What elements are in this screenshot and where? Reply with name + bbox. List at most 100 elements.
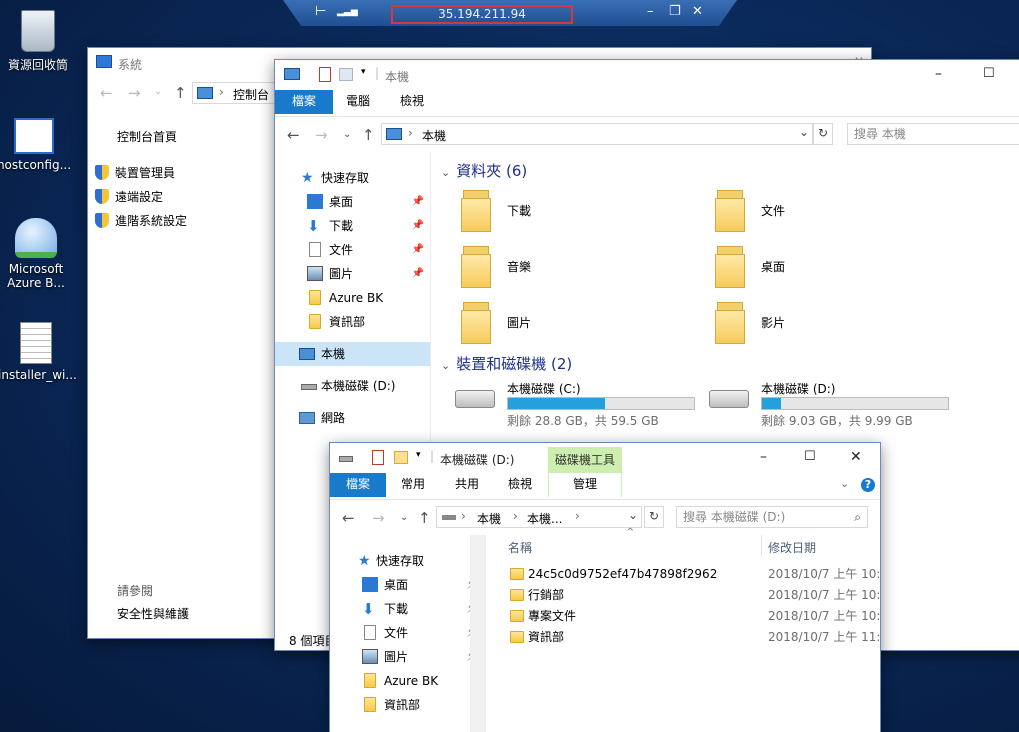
new-folder-icon[interactable] (339, 68, 353, 81)
new-folder-icon[interactable] (394, 451, 408, 464)
customize-toolbar-icon[interactable]: ▾ (361, 67, 366, 77)
nav-desktop[interactable]: 桌面📌 (275, 190, 430, 214)
folder-documents[interactable]: 文件 (715, 186, 915, 242)
refresh-icon[interactable]: ↻ (644, 506, 664, 528)
search-input[interactable]: 搜尋 本機磁碟 (D:) ⌕ (676, 506, 868, 528)
tab-view[interactable]: 檢視 (387, 90, 437, 114)
nav-azure-bk[interactable]: Azure BK (275, 286, 430, 310)
nav-azure-bk[interactable]: Azure BK (330, 669, 485, 693)
folder-desktop[interactable]: 桌面 (715, 242, 915, 298)
nav-desktop[interactable]: 桌面📌 (330, 573, 485, 597)
pin-icon[interactable]: 📌 (412, 190, 424, 214)
back-icon[interactable]: ← (287, 126, 300, 144)
tab-file[interactable]: 檔案 (275, 90, 333, 114)
address-dropdown-icon[interactable]: ⌄ (628, 508, 638, 522)
column-header-name[interactable]: 名稱 (508, 539, 532, 556)
remote-settings-link[interactable]: 遠端設定 (95, 188, 163, 205)
tab-manage[interactable]: 管理 (548, 473, 622, 497)
drives-section-header[interactable]: ⌄ 裝置和磁碟機 (2) (441, 353, 572, 374)
breadcrumb-local-disk[interactable]: 本機... (527, 510, 562, 527)
desktop-icon-azure-backup[interactable]: Microsoft Azure B... (0, 218, 74, 290)
desktop-icon-recycle-bin[interactable]: 資源回收筒 (0, 10, 76, 73)
desktop-icon-installer[interactable]: installer_wi... (0, 322, 77, 382)
help-icon[interactable]: ? (861, 478, 875, 492)
tab-computer[interactable]: 電腦 (333, 90, 383, 114)
list-item[interactable]: 專案文件 2018/10/7 上午 10:1 (506, 606, 880, 627)
address-bar[interactable]: › 本機 ⌄ (381, 123, 813, 145)
pin-icon[interactable]: 📌 (412, 214, 424, 238)
properties-icon[interactable] (372, 450, 384, 465)
list-item[interactable]: 24c5c0d9752ef47b47898f2962 2018/10/7 上午 1… (506, 564, 880, 585)
nav-downloads[interactable]: ⬇下載📌 (275, 214, 430, 238)
folder-icon (364, 697, 376, 712)
properties-icon[interactable] (319, 67, 331, 82)
nav-pictures[interactable]: 圖片📌 (330, 645, 485, 669)
folder-icon (510, 568, 524, 580)
tab-home[interactable]: 常用 (388, 473, 438, 497)
forward-icon[interactable]: → (372, 509, 385, 527)
pin-icon[interactable]: 📌 (412, 238, 424, 262)
security-maintenance-link[interactable]: 安全性與維護 (117, 605, 189, 622)
up-icon[interactable]: ↑ (362, 126, 375, 144)
minimize-icon[interactable]: – (760, 449, 767, 465)
up-icon[interactable]: ↑ (174, 84, 187, 102)
forward-icon[interactable]: → (128, 84, 141, 102)
pin-icon[interactable]: 📌 (412, 262, 424, 286)
back-icon[interactable]: ← (342, 509, 355, 527)
scrollbar[interactable] (470, 535, 486, 732)
nav-downloads[interactable]: ⬇下載📌 (330, 597, 485, 621)
rdp-minimize-button[interactable]: – (647, 4, 654, 19)
see-also-heading: 請參閱 (117, 584, 154, 598)
customize-toolbar-icon[interactable]: ▾ (416, 450, 421, 460)
address-dropdown-icon[interactable]: ⌄ (799, 125, 809, 139)
close-icon[interactable]: ✕ (850, 449, 862, 465)
tab-file[interactable]: 檔案 (330, 473, 386, 497)
drive-d[interactable]: 本機磁碟 (D:) 剩餘 9.03 GB，共 9.99 GB (709, 378, 949, 434)
expand-ribbon-icon[interactable]: ⌄ (840, 477, 849, 490)
address-bar[interactable]: › 本機 › 本機... › ⌄ (436, 506, 642, 528)
recent-dropdown-icon[interactable]: ⌄ (343, 129, 351, 140)
pin-icon[interactable]: ⊢ (315, 4, 326, 19)
recent-dropdown-icon[interactable]: ⌄ (400, 512, 408, 523)
folder-videos[interactable]: 影片 (715, 298, 915, 354)
list-item[interactable]: 資訊部 2018/10/7 上午 11:0 (506, 627, 880, 648)
device-manager-link[interactable]: 裝置管理員 (95, 164, 175, 181)
nav-local-disk-d[interactable]: 本機磁碟 (D:) (275, 374, 430, 398)
maximize-icon[interactable]: ☐ (983, 66, 995, 81)
nav-documents[interactable]: 文件📌 (275, 238, 430, 262)
tab-share[interactable]: 共用 (442, 473, 492, 497)
minimize-icon[interactable]: – (935, 66, 942, 82)
breadcrumb-this-pc[interactable]: 本機 (477, 510, 501, 527)
maximize-icon[interactable]: ☐ (804, 449, 816, 464)
drive-c[interactable]: 本機磁碟 (C:) 剩餘 28.8 GB，共 59.5 GB (455, 378, 695, 434)
nav-quick-access[interactable]: ★ 快速存取 (330, 549, 485, 573)
rdp-close-button[interactable]: ✕ (692, 4, 703, 19)
nav-this-pc[interactable]: 本機 (275, 342, 430, 366)
nav-info-dept[interactable]: 資訊部 (275, 310, 430, 334)
folder-music[interactable]: 音樂 (461, 242, 661, 298)
signal-icon[interactable]: ▂▃▅ (337, 7, 358, 17)
column-header-modified[interactable]: 修改日期 (768, 539, 816, 556)
nav-documents[interactable]: 文件📌 (330, 621, 485, 645)
recent-dropdown-icon[interactable]: ⌄ (154, 86, 162, 97)
nav-info-dept[interactable]: 資訊部 (330, 693, 485, 717)
nav-pictures[interactable]: 圖片📌 (275, 262, 430, 286)
desktop-icon-hostconfig[interactable]: hostconfig... (0, 118, 72, 172)
control-panel-home-link[interactable]: 控制台首頁 (117, 128, 177, 145)
up-icon[interactable]: ↑ (418, 509, 431, 527)
back-icon[interactable]: ← (100, 84, 113, 102)
rdp-restore-button[interactable]: ❐ (669, 4, 681, 19)
folder-pictures[interactable]: 圖片 (461, 298, 661, 354)
breadcrumb-this-pc[interactable]: 本機 (422, 127, 446, 144)
nav-quick-access[interactable]: ★ 快速存取 (275, 166, 430, 190)
breadcrumb-control-panel[interactable]: 控制台 (233, 86, 269, 103)
refresh-icon[interactable]: ↻ (813, 123, 833, 145)
search-input[interactable]: 搜尋 本機 (847, 123, 1019, 145)
nav-network[interactable]: 網路 (275, 406, 430, 430)
folder-downloads[interactable]: 下載 (461, 186, 661, 242)
folders-section-header[interactable]: ⌄ 資料夾 (6) (441, 160, 527, 181)
advanced-system-settings-link[interactable]: 進階系統設定 (95, 212, 187, 229)
forward-icon[interactable]: → (315, 126, 328, 144)
tab-view[interactable]: 檢視 (495, 473, 545, 497)
list-item[interactable]: 行銷部 2018/10/7 上午 10:1 (506, 585, 880, 606)
